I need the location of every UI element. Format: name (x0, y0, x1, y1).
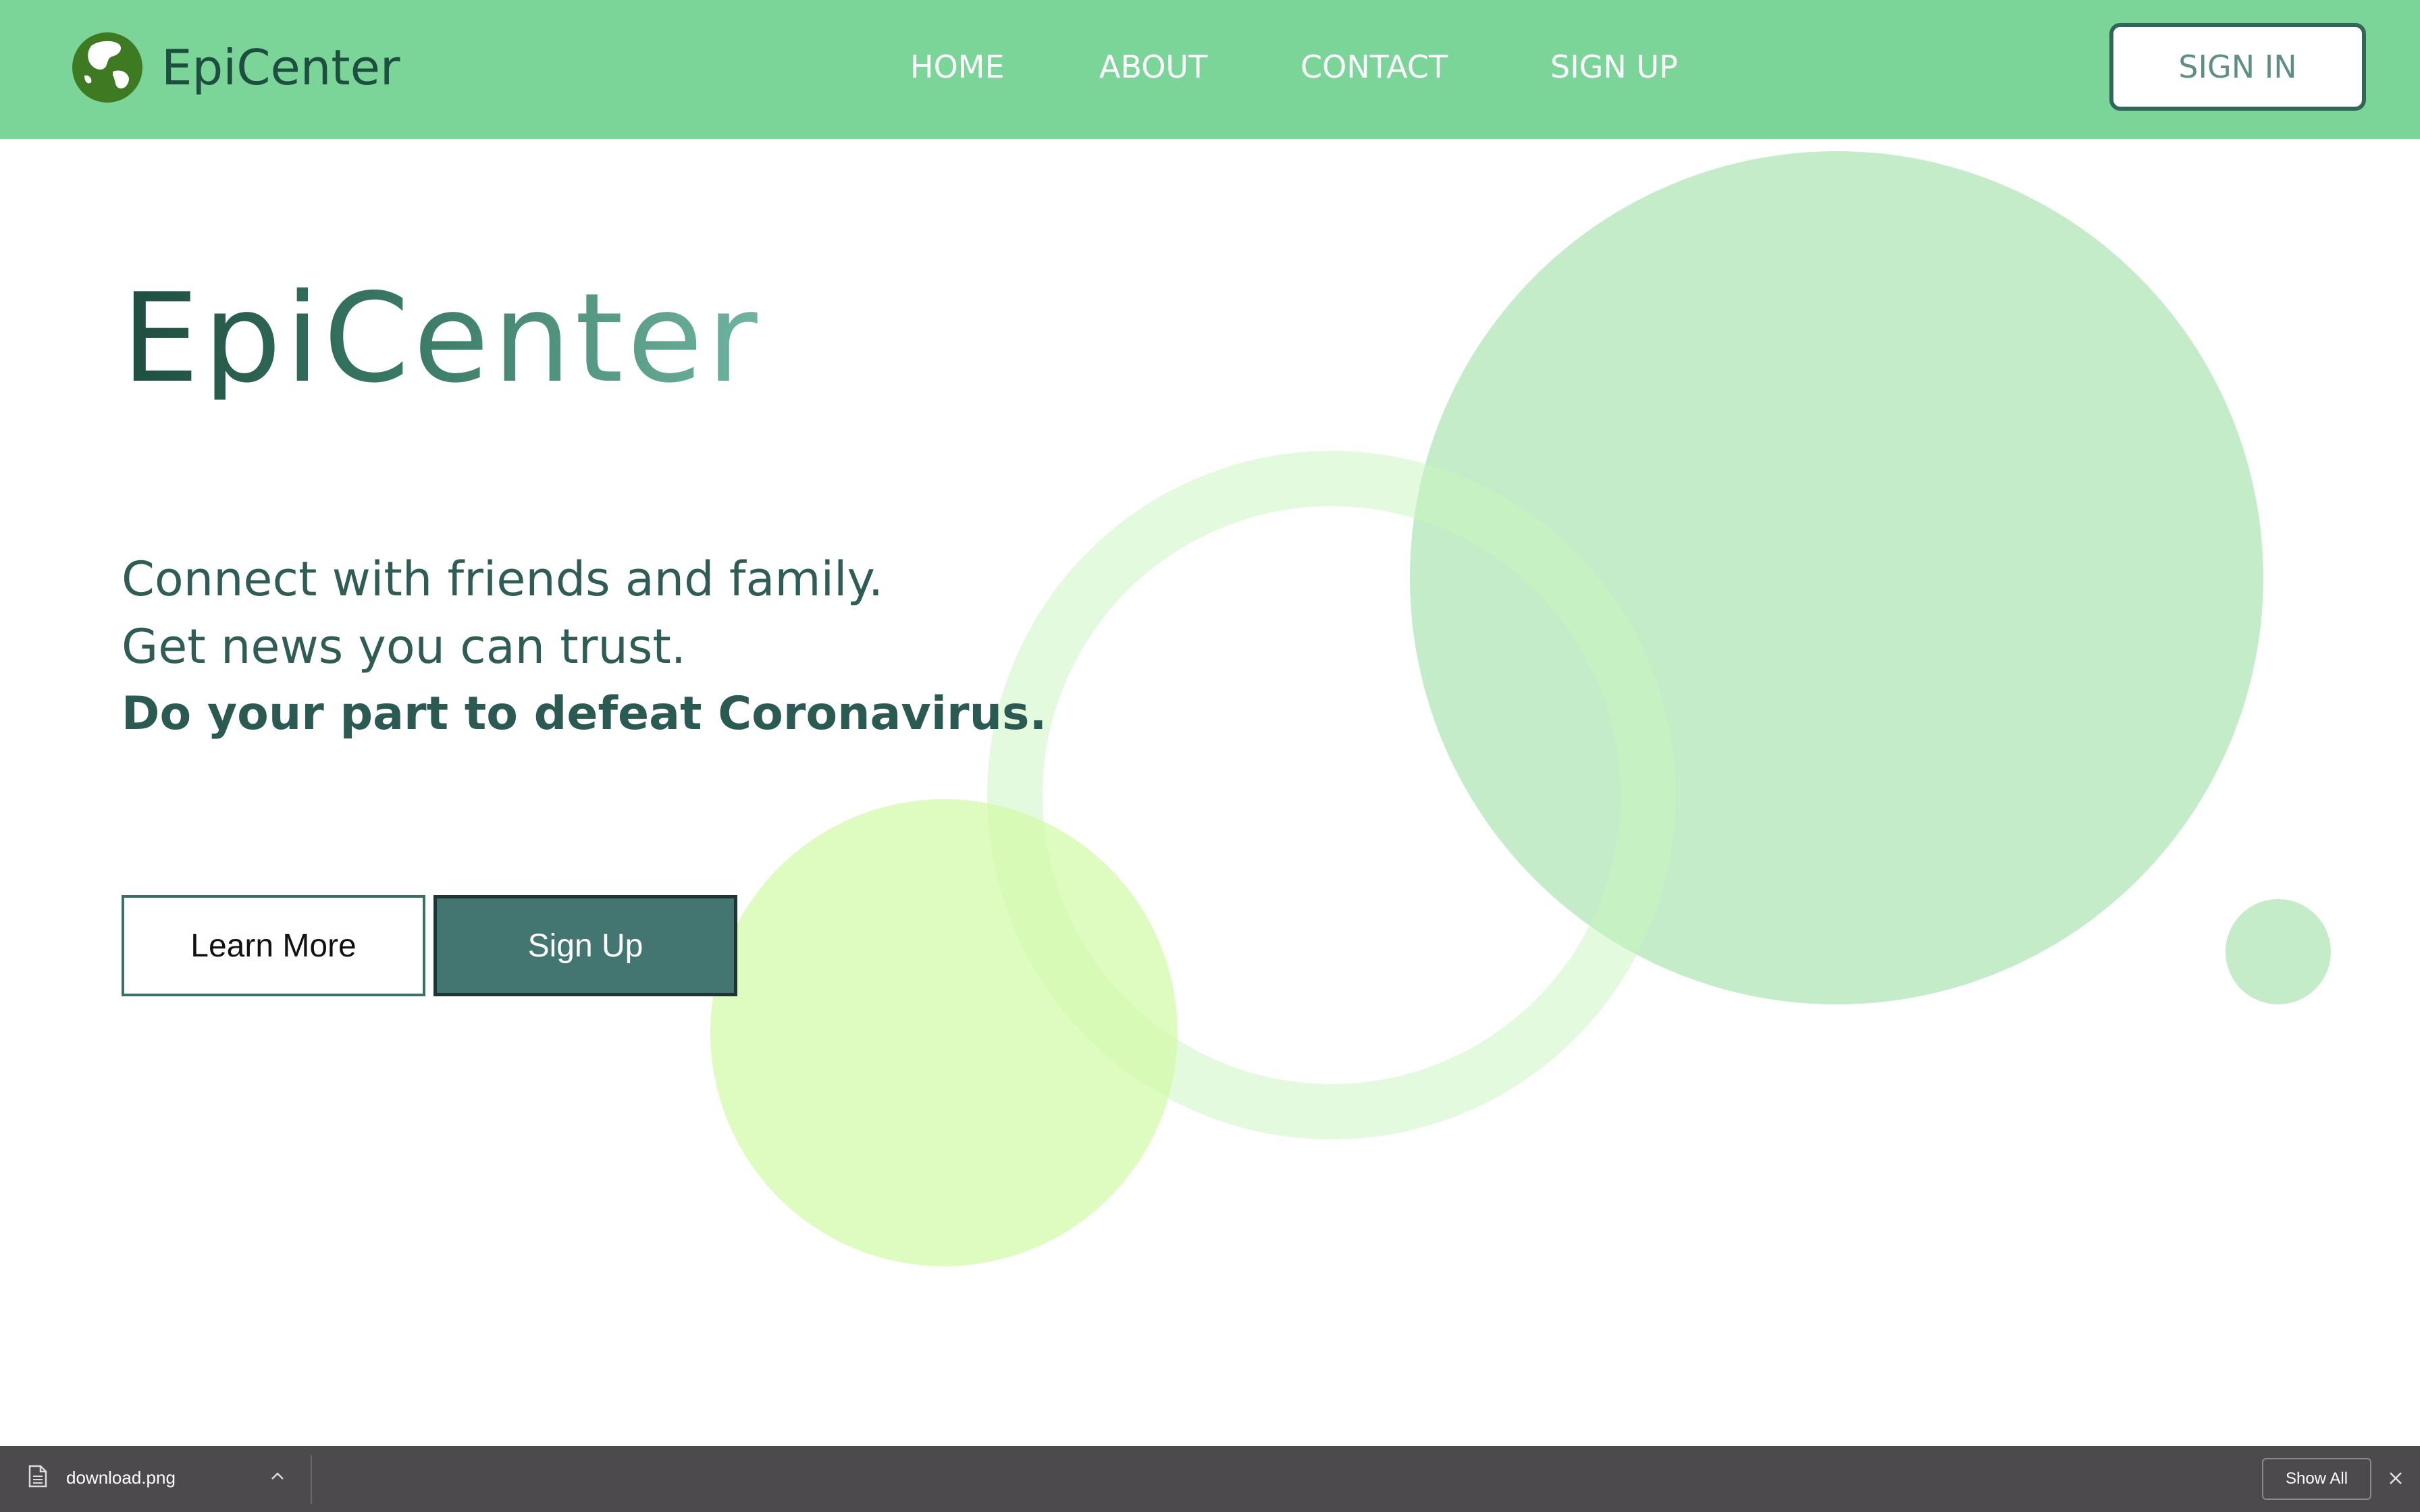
tagline-line-2: Get news you can trust. (122, 619, 687, 674)
download-bar: download.png Show All (0, 1446, 2420, 1512)
learn-more-button[interactable]: Learn More (122, 895, 425, 996)
sign-up-button[interactable]: Sign Up (433, 895, 737, 996)
show-all-button[interactable]: Show All (2262, 1458, 2371, 1500)
decorative-circles (710, 151, 2331, 1266)
hero-tagline: Connect with friends and family. Get new… (122, 545, 1047, 748)
tagline-line-3: Do your part to defeat Coronavirus. (122, 687, 1047, 740)
hero-title: EpiCenter (122, 267, 762, 410)
lime-circle (710, 799, 1178, 1266)
small-green-circle (2226, 899, 2331, 1004)
download-bar-divider (311, 1455, 312, 1504)
chevron-up-icon[interactable] (270, 1472, 285, 1481)
document-icon (28, 1465, 47, 1488)
close-icon[interactable] (2388, 1470, 2404, 1486)
download-file-name[interactable]: download.png (66, 1467, 176, 1488)
tagline-line-1: Connect with friends and family. (122, 551, 884, 607)
